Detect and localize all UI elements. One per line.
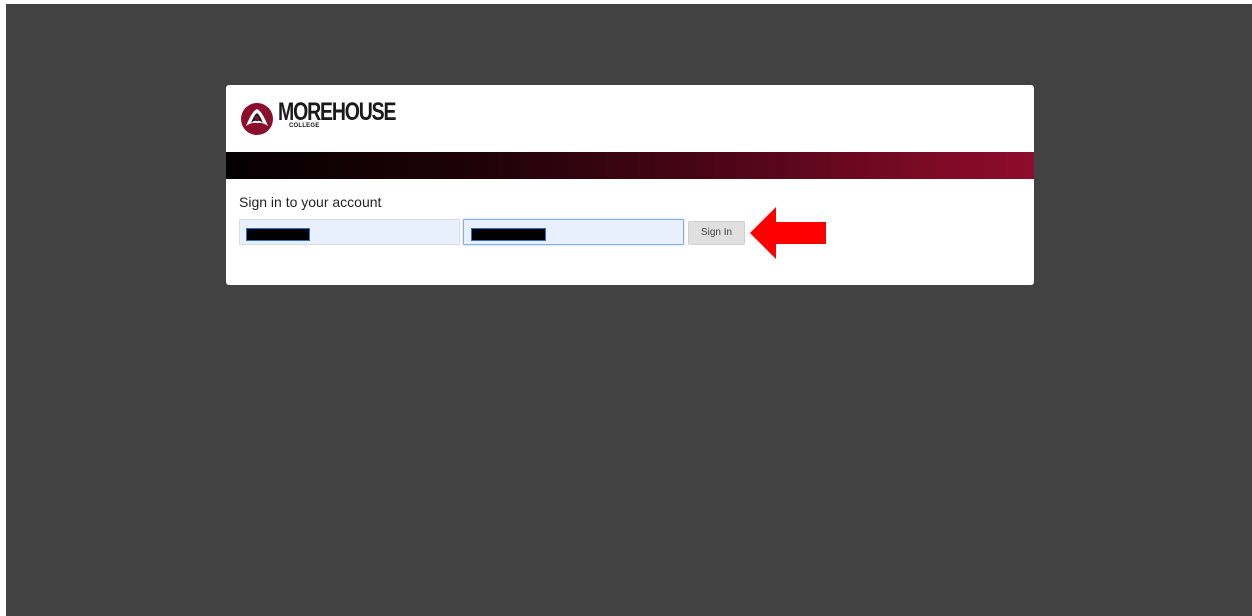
morehouse-tiger-emblem-icon xyxy=(241,103,273,135)
login-card: MOREHOUSE COLLEGE Sign in to your accoun… xyxy=(226,85,1034,285)
brand-name: MOREHOUSE xyxy=(278,98,396,126)
screen-background: MOREHOUSE COLLEGE Sign in to your accoun… xyxy=(6,4,1252,616)
signin-heading: Sign in to your account xyxy=(239,194,382,210)
brand-logo: MOREHOUSE COLLEGE xyxy=(240,99,428,139)
sign-in-button[interactable]: Sign In xyxy=(688,221,745,245)
left-arrow-icon xyxy=(750,207,826,259)
brand-banner xyxy=(226,152,1034,179)
brand-wordmark: MOREHOUSE COLLEGE xyxy=(278,99,428,129)
password-field[interactable] xyxy=(463,219,684,245)
username-field[interactable] xyxy=(239,219,460,245)
